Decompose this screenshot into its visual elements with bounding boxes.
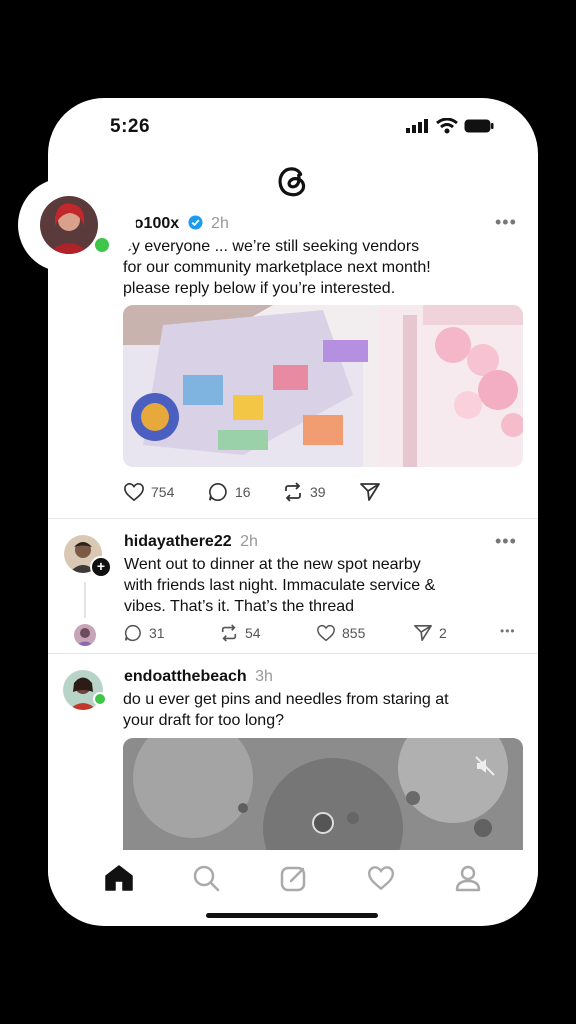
threads-logo-icon[interactable]	[274, 162, 312, 200]
post3-online-indicator	[93, 692, 107, 706]
home-indicator	[206, 913, 378, 918]
post3-username[interactable]: endoatthebeach	[124, 668, 247, 685]
activity-icon	[367, 866, 395, 891]
home-icon	[105, 865, 133, 891]
post2-repost-button[interactable]: 54	[219, 624, 261, 642]
post2-like-count: 855	[342, 625, 366, 641]
verified-badge-icon	[188, 215, 203, 230]
comment-icon	[124, 624, 141, 642]
status-icons	[406, 118, 494, 134]
post2-share-count: 2	[439, 625, 447, 641]
post1-like-button[interactable]: 754	[123, 482, 174, 502]
nav-profile[interactable]	[448, 858, 488, 898]
post1-time: 2h	[211, 215, 229, 232]
comment-icon	[209, 482, 227, 501]
share-icon	[414, 624, 432, 642]
battery-icon	[464, 119, 494, 133]
post2-reply-count: 31	[149, 625, 165, 641]
repost-icon	[221, 624, 237, 642]
post-divider	[48, 653, 538, 654]
post1-image[interactable]	[123, 305, 523, 467]
post1-like-count: 754	[151, 484, 175, 500]
post2-reply-more-button[interactable]: •••	[500, 624, 516, 638]
reply-avatar[interactable]	[74, 624, 96, 646]
post1-author[interactable]: ho100x 2h	[124, 215, 229, 233]
post1-text: ey everyone ... we’re still seeking vend…	[123, 238, 431, 297]
post2-time: 2h	[240, 533, 258, 550]
share-icon	[360, 483, 380, 501]
post2-author[interactable]: hidayathere22 2h	[124, 533, 258, 551]
post-divider	[48, 518, 538, 519]
nav-home[interactable]	[99, 858, 139, 898]
compose-icon	[280, 866, 306, 892]
post3-text: do u ever get pins and needles from star…	[123, 691, 449, 729]
post1-repost-button[interactable]: 39	[282, 482, 326, 502]
post3-author[interactable]: endoatthebeach 3h	[124, 668, 273, 686]
post2-repost-count: 54	[245, 625, 261, 641]
post3-time: 3h	[255, 668, 273, 685]
post1-reply-count: 16	[235, 484, 251, 500]
status-time: 5:26	[110, 116, 151, 137]
heart-icon	[317, 624, 335, 642]
wifi-icon	[436, 118, 458, 134]
nav-activity[interactable]	[361, 858, 401, 898]
follow-plus-icon[interactable]: +	[90, 556, 112, 578]
nav-search[interactable]	[186, 858, 226, 898]
post2-reply-button[interactable]: 31	[123, 624, 165, 642]
post1-repost-count: 39	[310, 484, 326, 500]
signal-icon	[406, 119, 428, 133]
post2-more-button[interactable]: •••	[495, 531, 517, 552]
post2-username[interactable]: hidayathere22	[124, 533, 232, 550]
post1-share-button[interactable]	[359, 482, 381, 502]
post3-video[interactable]	[123, 738, 523, 858]
post2-share-button[interactable]: 2	[413, 624, 447, 642]
post2-text: Went out to dinner at the new spot nearb…	[124, 556, 436, 615]
post2-like-button[interactable]: 855	[316, 624, 365, 642]
post1-more-button[interactable]: •••	[495, 212, 517, 233]
heart-icon	[124, 482, 144, 502]
post1-reply-button[interactable]: 16	[207, 482, 251, 502]
nav-compose[interactable]	[274, 858, 314, 898]
post1-online-indicator	[93, 236, 111, 254]
bottom-nav	[48, 850, 538, 910]
search-icon	[193, 865, 220, 892]
mute-icon[interactable]	[473, 754, 497, 778]
profile-icon	[455, 865, 481, 892]
thread-line	[84, 582, 86, 618]
repost-icon	[285, 482, 301, 502]
post1-avatar[interactable]	[40, 196, 98, 254]
